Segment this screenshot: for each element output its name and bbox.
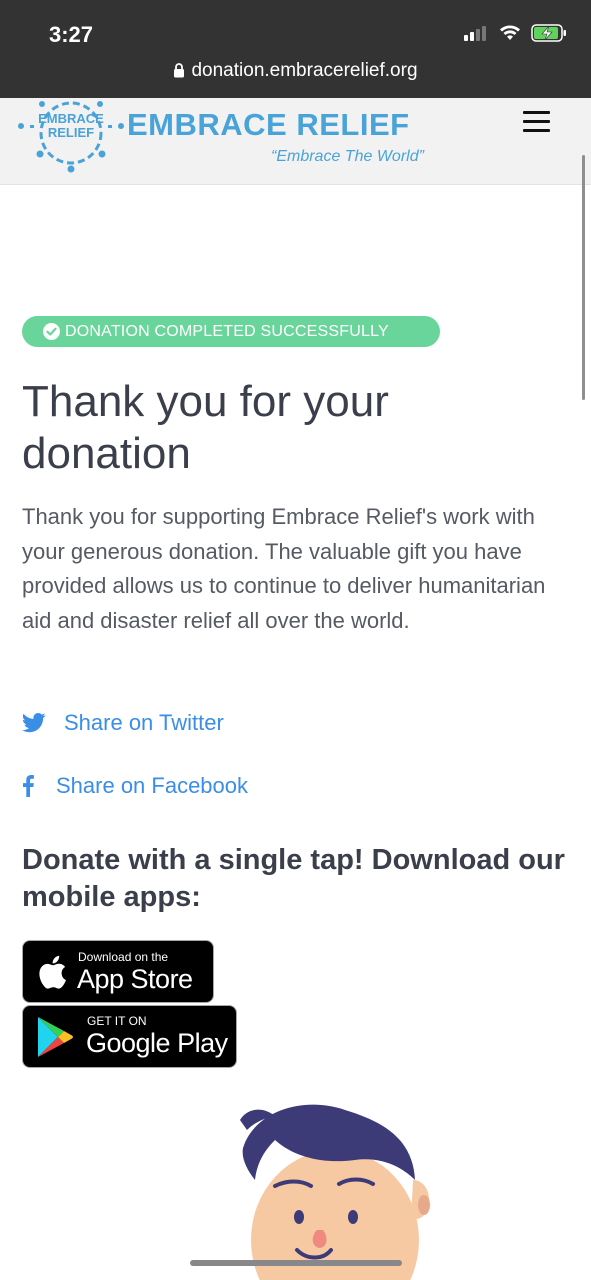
apps-heading: Donate with a single tap! Download our m… — [22, 844, 565, 913]
share-twitter-link[interactable]: Share on Twitter — [22, 710, 224, 736]
tagline: “Embrace The World” — [271, 148, 424, 165]
google-play-small-text: GET IT ON — [87, 1014, 147, 1028]
address-bar[interactable]: donation.embracerelief.org — [0, 60, 591, 82]
lock-icon — [174, 63, 185, 78]
brand-name[interactable]: EMBRACE RELIEF — [127, 107, 410, 143]
url-text: donation.embracerelief.org — [191, 60, 418, 81]
page-title: Thank you for your donation — [22, 377, 389, 478]
share-facebook-label: Share on Facebook — [56, 773, 249, 798]
google-play-big-text: Google Play — [86, 1028, 228, 1058]
signal-icon — [464, 26, 486, 41]
google-play-icon — [38, 1017, 73, 1057]
check-circle-icon — [43, 323, 60, 340]
wifi-icon — [500, 25, 520, 40]
success-badge: DONATION COMPLETED SUCCESSFULLY — [22, 316, 440, 347]
battery-charging-icon — [531, 24, 566, 42]
home-indicator[interactable] — [190, 1260, 402, 1266]
hamburger-icon[interactable] — [523, 111, 550, 135]
status-bar: 3:27 donation.embracerelief.org — [0, 0, 591, 98]
share-facebook-link[interactable]: Share on Facebook — [22, 773, 248, 799]
app-store-big-text: App Store — [77, 964, 193, 994]
cartoon-boy-illustration — [240, 1104, 430, 1280]
badge-text: DONATION COMPLETED SUCCESSFULLY — [65, 322, 389, 340]
clock: 3:27 — [49, 22, 94, 47]
app-store-small-text: Download on the — [78, 950, 169, 964]
twitter-icon — [22, 713, 46, 733]
embrace-relief-logo[interactable]: EMBRACE RELIEF — [18, 92, 124, 174]
status-icons — [463, 24, 567, 42]
logo-text-top: EMBRACE — [38, 111, 104, 126]
thank-you-message: Thank you for supporting Embrace Relief'… — [22, 504, 546, 633]
facebook-icon — [23, 775, 34, 797]
logo-text-bottom: RELIEF — [48, 125, 94, 140]
apple-icon — [39, 955, 66, 989]
app-store-button[interactable]: Download on the App Store — [22, 940, 214, 1003]
google-play-button[interactable]: GET IT ON Google Play — [22, 1005, 237, 1068]
share-twitter-label: Share on Twitter — [64, 710, 224, 735]
scrollbar[interactable] — [582, 155, 585, 400]
